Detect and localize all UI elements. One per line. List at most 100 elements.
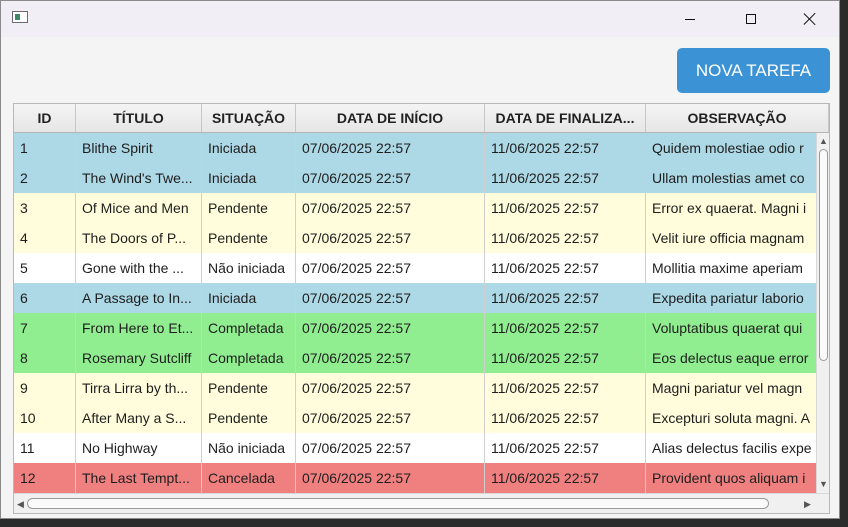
horizontal-scroll-thumb[interactable] [27, 498, 769, 509]
cell-start-date: 07/06/2025 22:57 [296, 433, 485, 463]
cell-title: Rosemary Sutcliff [76, 343, 202, 373]
cell-end-date: 11/06/2025 22:57 [485, 163, 646, 193]
cell-title: From Here to Et... [76, 313, 202, 343]
cell-status: Iniciada [202, 163, 296, 193]
vertical-scroll-thumb[interactable] [819, 149, 828, 361]
cell-end-date: 11/06/2025 22:57 [485, 253, 646, 283]
cell-status: Cancelada [202, 463, 296, 493]
cell-status: Pendente [202, 373, 296, 403]
cell-status: Não iniciada [202, 433, 296, 463]
app-window: NOVA TAREFA ID TÍTULO SITUAÇÃO DATA DE I… [0, 0, 840, 519]
table-row[interactable]: 4 The Doors of P... Pendente 07/06/2025 22:… [14, 223, 816, 253]
cell-notes: Provident quos aliquam i [652, 470, 806, 486]
tasks-table: ID TÍTULO SITUAÇÃO DATA DE INÍCIO DATA D… [13, 103, 830, 514]
cell-id: 3 [14, 193, 76, 223]
cell-end-date: 11/06/2025 22:57 [485, 463, 646, 493]
cell-id: 12 [14, 463, 76, 493]
cell-status: Pendente [202, 223, 296, 253]
table-header: ID TÍTULO SITUAÇÃO DATA DE INÍCIO DATA D… [14, 104, 829, 133]
table-row[interactable]: 12 The Last Tempt... Cancelada 07/06/2025 2… [14, 463, 816, 493]
cell-notes: Magni pariatur vel magn [652, 380, 803, 396]
cell-notes: Mollitia maxime aperiam [652, 260, 803, 276]
cell-title: Blithe Spirit [76, 133, 202, 163]
close-icon [803, 12, 817, 26]
column-header-id[interactable]: ID [14, 104, 76, 132]
cell-end-date: 11/06/2025 22:57 [485, 373, 646, 403]
maximize-icon [746, 14, 756, 24]
cell-title: Tirra Lirra by th... [76, 373, 202, 403]
new-task-button[interactable]: NOVA TAREFA [677, 48, 830, 93]
table-row[interactable]: 10 After Many a S... Pendente 07/06/2025 22… [14, 403, 816, 433]
vertical-scrollbar[interactable]: ▲ ▼ [816, 133, 829, 493]
cell-start-date: 07/06/2025 22:57 [296, 403, 485, 433]
horizontal-scrollbar[interactable]: ◀ ▶ [14, 493, 829, 513]
cell-title: A Passage to In... [76, 283, 202, 313]
cell-id: 10 [14, 403, 76, 433]
table-row[interactable]: 3 Of Mice and Men Pendente 07/06/2025 22:57… [14, 193, 816, 223]
minimize-icon [685, 18, 695, 20]
cell-status: Pendente [202, 193, 296, 223]
cell-title: Gone with the ... [76, 253, 202, 283]
cell-id: 11 [14, 433, 76, 463]
maximize-button[interactable] [728, 1, 774, 37]
minimize-button[interactable] [667, 1, 713, 37]
table-row[interactable]: 6A Passage to In... Iniciada 07/06/2025 22… [14, 283, 816, 313]
cell-id: 5 [14, 253, 76, 283]
cell-start-date: 07/06/2025 22:57 [296, 163, 485, 193]
cell-title: The Last Tempt... [76, 463, 202, 493]
cell-start-date: 07/06/2025 22:57 [296, 133, 485, 163]
table-row[interactable]: 2 The Wind's Twe... Iniciada 07/06/2025 22:… [14, 163, 816, 193]
cell-notes: Excepturi soluta magni. A [652, 410, 810, 426]
cell-end-date: 11/06/2025 22:57 [485, 343, 646, 373]
cell-id: 2 [14, 163, 76, 193]
cell-notes: Ullam molestias amet co [652, 170, 805, 186]
column-header-start-date[interactable]: DATA DE INÍCIO [296, 104, 485, 132]
cell-title: After Many a S... [76, 403, 202, 433]
title-bar[interactable] [1, 1, 839, 37]
cell-id: 1 [14, 133, 76, 163]
table-row[interactable]: 5 Gone with the ... Não iniciada 07/06/2025… [14, 253, 816, 283]
cell-end-date: 11/06/2025 22:57 [485, 283, 646, 313]
cell-start-date: 07/06/2025 22:57 [296, 313, 485, 343]
cell-notes: Quidem molestiae odio r [652, 140, 804, 156]
cell-status: Pendente [202, 403, 296, 433]
cell-status: Não iniciada [202, 253, 296, 283]
table-row[interactable]: 8 Rosemary Sutcliff Completada 07/06/2025 2… [14, 343, 816, 373]
table-row[interactable]: 7 From Here to Et... Completada 07/06/2025 … [14, 313, 816, 343]
scroll-left-arrow-icon[interactable]: ◀ [17, 499, 24, 509]
cell-notes: Alias delectus facilis expe [652, 440, 812, 456]
cell-status: Completada [202, 313, 296, 343]
cell-start-date: 07/06/2025 22:57 [296, 373, 485, 403]
cell-start-date: 07/06/2025 22:57 [296, 223, 485, 253]
column-header-notes[interactable]: OBSERVAÇÃO [646, 104, 829, 132]
cell-end-date: 11/06/2025 22:57 [485, 403, 646, 433]
cell-id: 7 [14, 313, 76, 343]
cell-start-date: 07/06/2025 22:57 [296, 193, 485, 223]
close-button[interactable] [787, 1, 833, 37]
table-body: 1 Blithe Spirit Iniciada 07/06/2025 22:57 11… [14, 133, 816, 493]
scroll-right-arrow-icon[interactable]: ▶ [804, 499, 811, 509]
scroll-up-arrow-icon[interactable]: ▲ [819, 136, 828, 146]
scroll-down-arrow-icon[interactable]: ▼ [819, 479, 828, 489]
table-row[interactable]: 1 Blithe Spirit Iniciada 07/06/2025 22:57 11… [14, 133, 816, 163]
column-header-end-date[interactable]: DATA DE FINALIZA... [485, 104, 646, 132]
cell-end-date: 11/06/2025 22:57 [485, 223, 646, 253]
column-header-title[interactable]: TÍTULO [76, 104, 202, 132]
column-header-status[interactable]: SITUAÇÃO [202, 104, 296, 132]
table-row[interactable]: 11 No Highway Não iniciada 07/06/2025 22:57… [14, 433, 816, 463]
table-row[interactable]: 9 Tirra Lirra by th... Pendente 07/06/2025 … [14, 373, 816, 403]
cell-title: The Doors of P... [76, 223, 202, 253]
cell-notes: Expedita pariatur laborio [652, 290, 804, 306]
cell-end-date: 11/06/2025 22:57 [485, 193, 646, 223]
cell-status: Completada [202, 343, 296, 373]
cell-title: The Wind's Twe... [76, 163, 202, 193]
cell-id: 8 [14, 343, 76, 373]
cell-id: 4 [14, 223, 76, 253]
cell-notes: Velit iure officia magnam [652, 230, 805, 246]
cell-start-date: 07/06/2025 22:57 [296, 283, 485, 313]
cell-end-date: 11/06/2025 22:57 [485, 133, 646, 163]
cell-start-date: 07/06/2025 22:57 [296, 343, 485, 373]
cell-end-date: 11/06/2025 22:57 [485, 433, 646, 463]
cell-status: Iniciada [202, 283, 296, 313]
cell-start-date: 07/06/2025 22:57 [296, 463, 485, 493]
